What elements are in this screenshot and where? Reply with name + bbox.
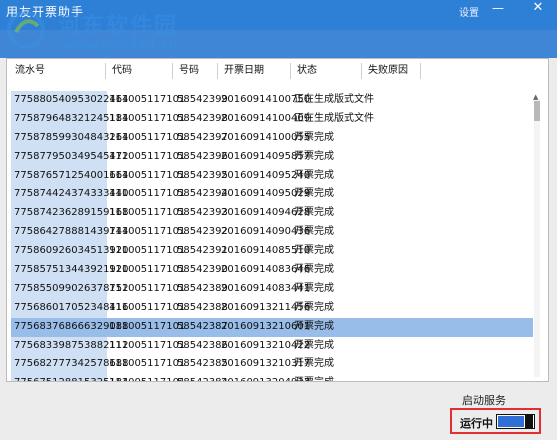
minimize-button[interactable]: — <box>492 1 504 15</box>
table-row[interactable]: 775874236289159168 111005117101 58542393 20… <box>11 204 533 224</box>
scroll-up-icon[interactable]: ▲ <box>533 93 538 101</box>
code-cell: 111005117101 <box>109 207 186 219</box>
status-cell: 开票完成 <box>294 358 334 370</box>
table-row[interactable]: 775877950349545472 111005117101 58542396 20… <box>11 147 533 167</box>
table-row[interactable]: 775686017052348416 111005117101 58542388 20… <box>11 298 533 318</box>
toggle-knob[interactable] <box>525 415 533 428</box>
status-cell: 开票完成 <box>294 207 334 219</box>
code-cell: 111005117101 <box>109 131 186 143</box>
start-service-label: 启动服务 <box>462 394 506 407</box>
column-header-status[interactable]: 状态 <box>291 63 362 79</box>
code-cell: 111005117101 <box>109 245 186 257</box>
watermark-logo-icon <box>7 11 45 49</box>
serial-cell: 775876571254001664 <box>11 166 129 186</box>
serial-cell: 775860926034513920 <box>11 242 129 262</box>
status-cell: 开票完成 <box>294 169 334 181</box>
settings-button[interactable]: 设置 <box>459 4 479 19</box>
table-row[interactable]: 775860926034513920 111005117101 58542391 20… <box>11 242 533 262</box>
serial-cell: 775874424374333440 <box>11 185 129 205</box>
status-cell: 开票完成 <box>294 188 334 200</box>
column-header-code[interactable]: 代码 <box>106 63 173 79</box>
table-row[interactable]: 775876571254001664 111005117101 58542395 20… <box>11 166 533 186</box>
code-cell: 111005117101 <box>109 282 186 294</box>
code-cell: 111005117101 <box>109 226 186 238</box>
serial-cell: 775864278881439744 <box>11 223 129 243</box>
code-cell: 111005117101 <box>109 301 186 313</box>
code-cell: 111005117101 <box>109 169 186 181</box>
serial-cell: 775857513443921920 <box>11 261 129 280</box>
status-cell: 开票完成 <box>294 320 334 332</box>
serial-cell: 775683398753882112 <box>11 336 129 356</box>
code-cell: 111005117101 <box>109 374 185 381</box>
status-cell: 开票完成 <box>294 226 334 238</box>
serial-cell: 775878599304843264 <box>11 128 129 148</box>
status-cell: 开票完成 <box>294 264 334 276</box>
status-cell: 正在生成版式文件 <box>294 112 374 124</box>
code-cell: 111005117101 <box>109 358 186 370</box>
invoice-table: 流水号 代码 号码 开票日期 状态 失败原因 77588054095302246… <box>6 58 549 382</box>
serial-cell: 775682777342578688 <box>11 355 129 375</box>
status-cell: 开票完成 <box>294 374 334 381</box>
serial-cell: 775877950349545472 <box>11 147 129 167</box>
status-cell: 开票完成 <box>294 301 334 313</box>
table-body: 775880540953022464 111005117101 58542399 20… <box>11 91 533 381</box>
table-row[interactable]: 775682777342578688 111005117101 58542385 20… <box>11 355 533 375</box>
table-row[interactable]: 775855099026378752 111005117101 58542389 20… <box>11 279 533 299</box>
code-cell: 111005117101 <box>109 320 186 332</box>
table-row[interactable]: 775683768666329088 111005117101 58542387 20… <box>11 317 533 337</box>
code-cell: 111005117101 <box>109 94 186 105</box>
status-cell: 开票完成 <box>294 339 334 351</box>
status-cell: 开票完成 <box>294 131 334 143</box>
column-header-number[interactable]: 号码 <box>173 63 218 79</box>
serial-cell: 775855099026378752 <box>11 279 129 299</box>
column-header-serial[interactable]: 流水号 <box>9 63 106 79</box>
scrollbar-thumb[interactable] <box>534 101 540 121</box>
table-row[interactable]: 775879648321245184 111005117101 58542398 20… <box>11 109 533 129</box>
code-cell: 111005117101 <box>109 150 186 162</box>
toggle-fill <box>498 416 524 427</box>
table-row[interactable]: 7756751288153251841110051171015854238420… <box>11 374 533 381</box>
table-row[interactable]: 775683398753882112 111005117101 58542386 20… <box>11 336 533 356</box>
serial-cell: 775675128815325184 <box>11 374 129 381</box>
status-cell: 正在生成版式文件 <box>294 94 374 105</box>
column-header-date[interactable]: 开票日期 <box>218 63 291 79</box>
table-row[interactable]: 775874424374333440 111005117101 58542394 20… <box>11 185 533 205</box>
code-cell: 111005117101 <box>109 264 186 276</box>
status-cell: 开票完成 <box>294 282 334 294</box>
table-row[interactable]: 775878599304843264 111005117101 58542397 20… <box>11 128 533 148</box>
code-cell: 111005117101 <box>109 339 186 351</box>
watermark-text: 河东软件园 <box>58 14 179 39</box>
table-row[interactable]: 775857513443921920 111005117101 58542390 20… <box>11 261 533 280</box>
table-row[interactable]: 775864278881439744 111005117101 58542392 20… <box>11 223 533 243</box>
service-status-box: 运行中 <box>450 408 541 434</box>
running-status-label: 运行中 <box>460 417 493 430</box>
serial-cell: 775686017052348416 <box>11 298 129 318</box>
serial-cell: 775879648321245184 <box>11 109 129 129</box>
serial-cell: 775874236289159168 <box>11 204 129 224</box>
service-toggle[interactable] <box>496 414 535 429</box>
column-header-failure-reason[interactable]: 失败原因 <box>362 63 421 79</box>
close-button[interactable]: ✕ <box>525 0 551 16</box>
table-row[interactable]: 775880540953022464 111005117101 58542399 20… <box>11 91 533 110</box>
watermark-url: www.pc0359.cn <box>62 38 178 53</box>
status-cell: 开票完成 <box>294 150 334 162</box>
code-cell: 111005117101 <box>109 188 186 200</box>
serial-cell: 775683768666329088 <box>11 317 129 337</box>
code-cell: 111005117101 <box>109 112 186 124</box>
table-header: 流水号 代码 号码 开票日期 状态 失败原因 <box>9 63 421 81</box>
serial-cell: 775880540953022464 <box>11 91 129 110</box>
vertical-scrollbar[interactable]: ▲ <box>533 93 540 377</box>
status-cell: 开票完成 <box>294 245 334 257</box>
